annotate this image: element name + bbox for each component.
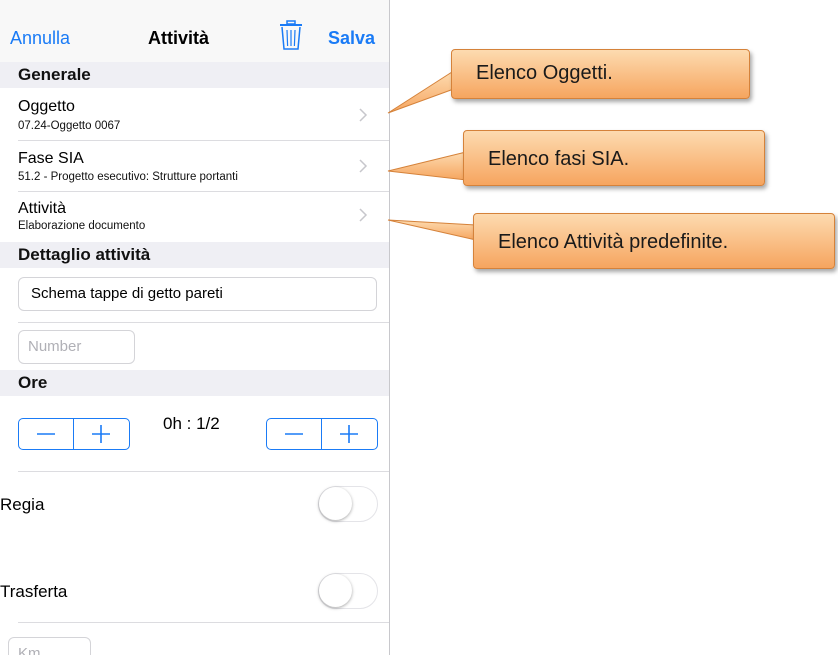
oggetto-row[interactable]: Oggetto 07.24-Oggetto 0067	[0, 88, 389, 140]
phone-screen: Annulla Attività Salva Generale Oggetto …	[0, 0, 390, 655]
plus-icon	[92, 425, 110, 443]
section-header-general: Generale	[0, 62, 389, 88]
row-title: Fase SIA	[18, 150, 84, 167]
trasferta-toggle[interactable]	[318, 573, 378, 609]
hours-value: 0h : 1/2	[163, 414, 220, 433]
toggle-knob	[319, 487, 352, 520]
row-subtitle: 51.2 - Progetto esecutivo: Strutture por…	[18, 171, 238, 183]
number-field[interactable]: Number	[18, 330, 135, 364]
regia-toggle[interactable]	[318, 486, 378, 522]
row-subtitle: 07.24-Oggetto 0067	[18, 120, 121, 132]
fraction-increment-button[interactable]	[322, 419, 377, 449]
hours-stepper	[18, 418, 130, 450]
toggle-knob	[319, 574, 352, 607]
km-field[interactable]: Km	[8, 637, 91, 655]
fraction-decrement-button[interactable]	[267, 419, 322, 449]
row-subtitle: Elaborazione documento	[18, 220, 146, 232]
fase-sia-row[interactable]: Fase SIA 51.2 - Progetto esecutivo: Stru…	[0, 141, 389, 191]
plus-icon	[340, 425, 358, 443]
minus-icon	[285, 433, 303, 435]
fraction-stepper	[266, 418, 378, 450]
chevron-right-icon	[359, 159, 368, 173]
trash-icon[interactable]	[279, 20, 303, 50]
callout-attivita: Elenco Attività predefinite.	[473, 213, 835, 269]
callout-pointer-fase-sia	[387, 151, 467, 181]
trasferta-label: Trasferta	[0, 582, 68, 601]
attivita-row[interactable]: Attività Elaborazione documento	[0, 192, 389, 242]
chevron-right-icon	[359, 208, 368, 222]
minus-icon	[37, 433, 55, 435]
row-title: Oggetto	[18, 98, 75, 115]
cancel-button[interactable]: Annulla	[10, 28, 70, 49]
hours-increment-button[interactable]	[74, 419, 129, 449]
row-title: Attività	[18, 200, 67, 217]
hours-decrement-button[interactable]	[19, 419, 74, 449]
page-title: Attività	[148, 28, 210, 48]
callout-oggetti: Elenco Oggetti.	[451, 49, 750, 99]
section-header-detail: Dettaglio attività	[0, 242, 389, 268]
row-divider	[18, 322, 389, 323]
regia-label: Regia	[0, 495, 45, 514]
callout-fase-sia: Elenco fasi SIA.	[463, 130, 765, 186]
row-divider	[18, 622, 389, 623]
description-field[interactable]: Schema tappe di getto pareti	[18, 277, 377, 311]
navigation-bar: Annulla Attività Salva	[0, 0, 389, 62]
row-divider	[18, 471, 389, 472]
chevron-right-icon	[359, 108, 368, 122]
callout-pointer-attivita	[387, 219, 477, 241]
section-header-hours: Ore	[0, 370, 389, 396]
save-button[interactable]: Salva	[328, 28, 375, 49]
